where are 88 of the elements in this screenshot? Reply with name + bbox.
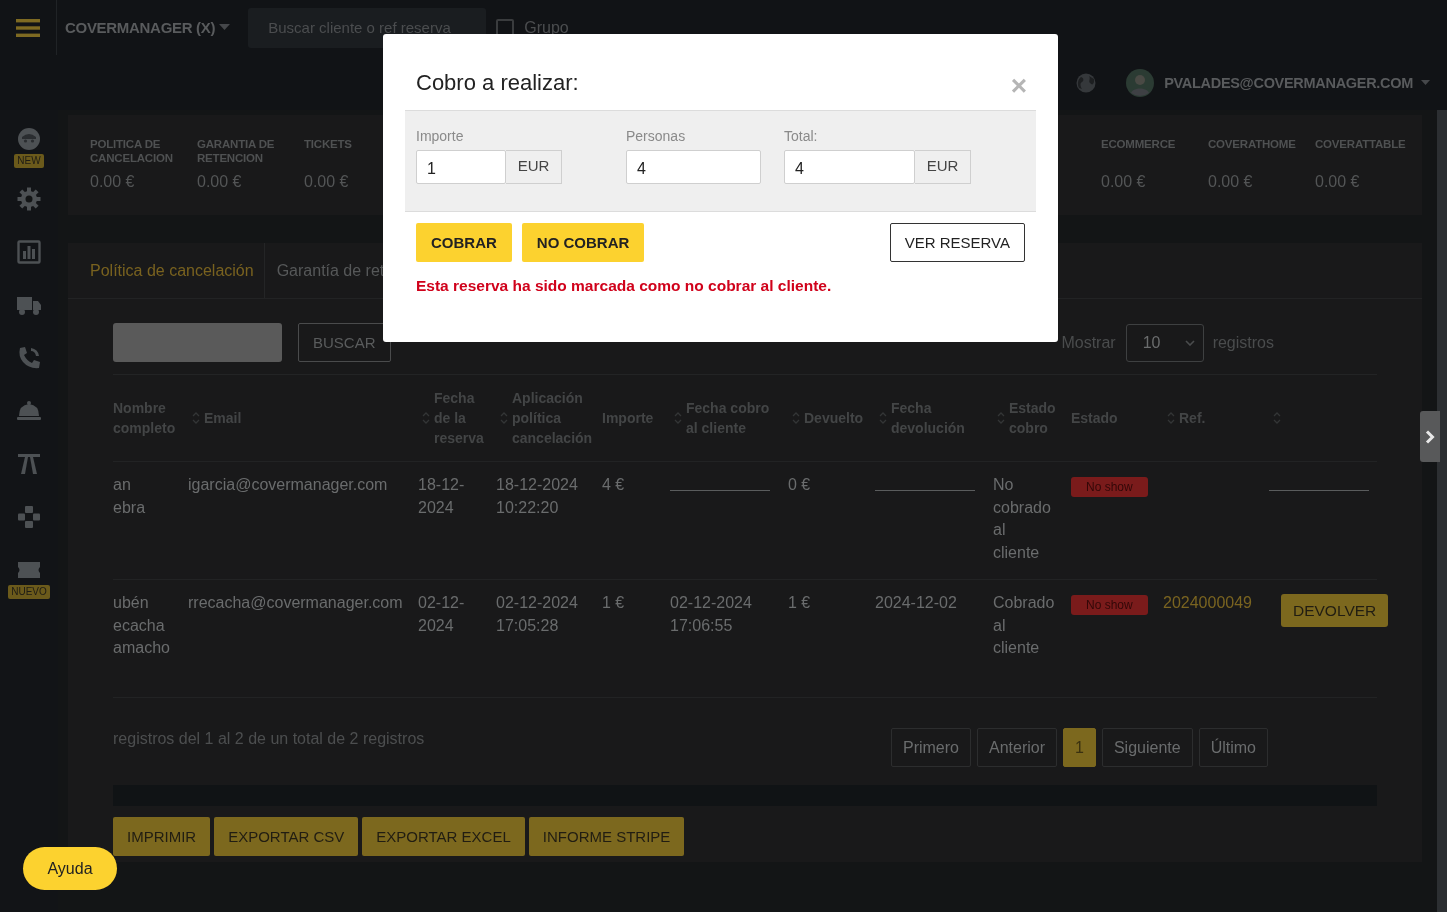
sort-icon[interactable] xyxy=(1167,411,1175,425)
table-cell-text: 18-12-2024 xyxy=(418,475,466,518)
page-size-select[interactable]: 10 xyxy=(1125,323,1204,362)
scrollbar[interactable] xyxy=(1437,110,1447,912)
people-field[interactable]: 4 xyxy=(626,150,761,184)
stat-label: ECOMMERCE xyxy=(1101,137,1177,152)
page-button[interactable]: Primero xyxy=(891,728,971,767)
account-selector[interactable]: COVERMANAGER (X) xyxy=(65,19,231,36)
stat-value: 0.00 € xyxy=(304,173,350,191)
table-cell-text: Cobrado al cliente xyxy=(993,593,1055,659)
sort-icon[interactable] xyxy=(422,411,430,425)
globe-icon[interactable] xyxy=(1076,72,1097,93)
table-cell: 1 € xyxy=(602,594,625,611)
new-badge: NEW xyxy=(14,154,44,168)
table-cell: 02-12-2024 17:06:55 xyxy=(670,594,752,634)
face-icon[interactable] xyxy=(17,127,41,151)
reference-link[interactable]: 2024000049 xyxy=(1163,594,1252,611)
table-cell: 02-12-2024 17:05:28 xyxy=(496,594,578,634)
table-cell: 4 € xyxy=(602,476,625,493)
table-cell: 0 € xyxy=(788,476,811,493)
export-button[interactable]: EXPORTAR CSV xyxy=(214,817,359,856)
sort-icon[interactable] xyxy=(500,411,508,425)
new-badge: NUEVO xyxy=(8,585,50,599)
export-button[interactable]: IMPRIMIR xyxy=(113,817,211,856)
stat-label: GARANTIA DE RETENCION xyxy=(197,137,276,166)
table-cell: igarcia@covermanager.com xyxy=(188,476,388,493)
cloche-icon[interactable] xyxy=(17,399,41,423)
status-badge: No show xyxy=(1071,595,1148,615)
table-cell: 2024-12-02 xyxy=(875,594,957,611)
table-cell-text: 02-12-2024 xyxy=(418,593,466,636)
stat-label: COVERATHOME xyxy=(1208,137,1297,152)
sort-icon[interactable] xyxy=(997,411,1005,425)
field-label: Total: xyxy=(784,128,819,146)
amount-field[interactable]: 1 xyxy=(416,150,506,184)
stat-label: COVERATTABLE xyxy=(1315,137,1407,152)
sort-icon[interactable] xyxy=(192,411,200,425)
action-button[interactable]: COBRAR xyxy=(416,223,512,262)
page-button[interactable]: Último xyxy=(1198,728,1268,767)
page-button[interactable]: Anterior xyxy=(977,728,1058,767)
stat-label: POLITICA DE CANCELACION xyxy=(90,137,174,166)
side-panel-toggle[interactable] xyxy=(1420,411,1440,462)
sort-icon[interactable] xyxy=(674,411,682,425)
table-cell-text: an ebra xyxy=(113,475,145,518)
export-button[interactable]: INFORME STRIPE xyxy=(528,817,685,856)
field-label: Importe xyxy=(416,128,465,146)
field-label: Personas xyxy=(626,128,687,146)
menu-icon[interactable] xyxy=(16,17,40,38)
table-cell-text: ubén ecacha amacho xyxy=(113,593,170,659)
table-cell: 1 € xyxy=(788,594,811,611)
refund-button[interactable]: DEVOLVER xyxy=(1281,594,1389,627)
warning-message: Esta reserva ha sido marcada como no cobrar al cliente. xyxy=(416,277,833,295)
tab[interactable]: Política de cancelación xyxy=(68,243,265,298)
page-button[interactable]: 1 xyxy=(1063,728,1096,767)
page-button[interactable]: Siguiente xyxy=(1101,728,1193,767)
modal-title: Cobro a realizar: xyxy=(416,70,579,96)
avatar-icon[interactable] xyxy=(1126,68,1155,97)
sort-icon[interactable] xyxy=(1273,411,1281,425)
action-button[interactable]: NO COBRAR xyxy=(521,223,645,262)
total-field[interactable]: 4 xyxy=(784,150,915,184)
status-badge: No show xyxy=(1071,477,1148,497)
stat-label: TICKETS xyxy=(304,137,353,152)
stat-value: 0.00 € xyxy=(197,173,243,191)
chevron-right-icon xyxy=(1425,429,1435,444)
phone-icon[interactable] xyxy=(17,346,41,370)
table-cell: rrecacha@covermanager.com xyxy=(188,594,403,611)
stat-value: 0.00 € xyxy=(90,173,136,191)
currency-label: EUR xyxy=(915,150,971,184)
sort-icon[interactable] xyxy=(792,411,800,425)
table-cell: 18-12-2024 10:22:20 xyxy=(496,476,578,516)
export-button[interactable]: EXPORTAR EXCEL xyxy=(362,817,525,856)
table-cell-text: No cobrado al cliente xyxy=(993,475,1051,563)
user-email[interactable]: PVALADES@COVERMANAGER.COM xyxy=(1164,74,1413,91)
search-field[interactable] xyxy=(113,323,282,362)
gamepad-icon[interactable] xyxy=(17,505,41,529)
checkbox-label: Grupo xyxy=(524,18,569,37)
stat-value: 0.00 € xyxy=(1208,173,1254,191)
chart-icon[interactable] xyxy=(17,240,41,264)
view-booking-button[interactable]: VER RESERVA xyxy=(889,223,1025,262)
stat-value: 0.00 € xyxy=(1101,173,1147,191)
road-icon[interactable] xyxy=(17,452,41,476)
caret-down-icon xyxy=(219,24,231,31)
stat-value: 0.00 € xyxy=(1315,173,1361,191)
currency-label: EUR xyxy=(506,150,562,184)
sort-icon[interactable] xyxy=(879,411,887,425)
close-button[interactable]: × xyxy=(1010,72,1027,100)
chevron-down-icon xyxy=(1184,339,1195,346)
caret-down-icon[interactable] xyxy=(1421,79,1430,86)
help-button[interactable]: Ayuda xyxy=(23,847,117,890)
